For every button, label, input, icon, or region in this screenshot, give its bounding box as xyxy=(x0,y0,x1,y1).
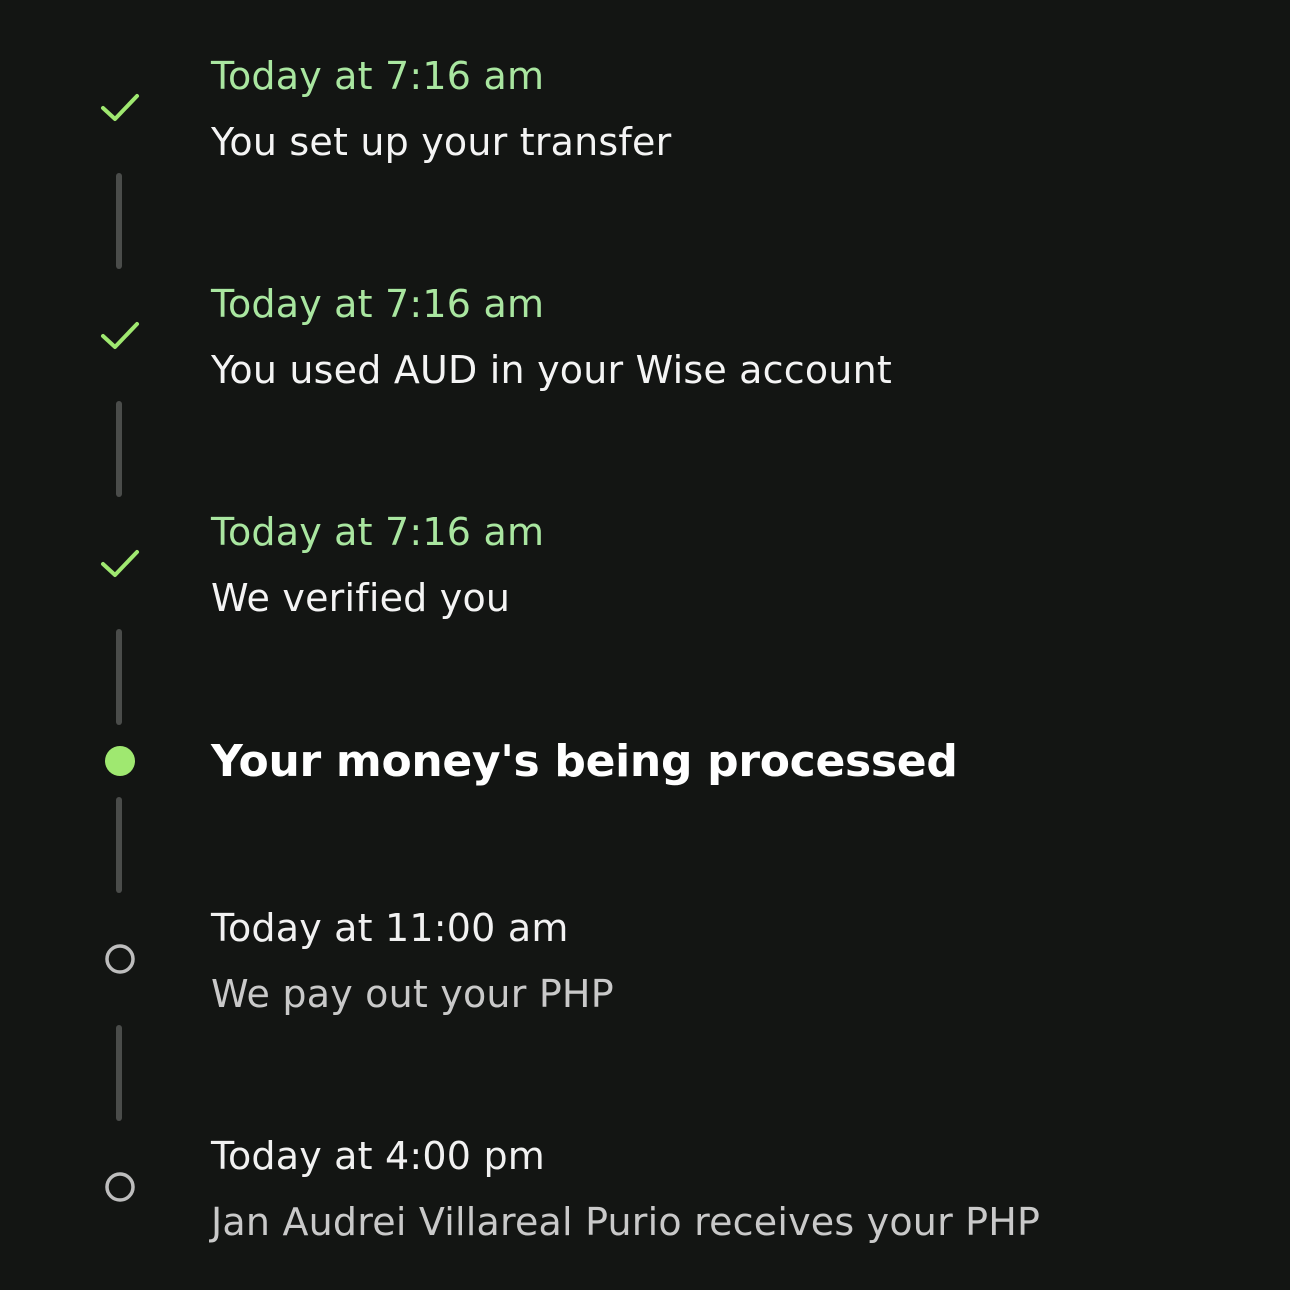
timeline-connector xyxy=(116,173,122,269)
step-time: Today at 7:16 am xyxy=(211,54,545,98)
step-time: Today at 4:00 pm xyxy=(211,1134,545,1178)
step-description: Jan Audrei Villareal Purio receives your… xyxy=(211,1200,1041,1244)
step-title: Your money's being processed xyxy=(211,736,958,787)
step-description: We verified you xyxy=(211,576,511,620)
check-icon xyxy=(90,306,150,366)
step-time: Today at 11:00 am xyxy=(211,906,569,950)
step-description: We pay out your PHP xyxy=(211,972,614,1016)
empty-circle-icon xyxy=(90,929,150,989)
timeline-connector xyxy=(116,1025,122,1121)
step-time: Today at 7:16 am xyxy=(211,282,545,326)
step-description: You used AUD in your Wise account xyxy=(211,348,892,392)
check-icon xyxy=(90,78,150,138)
transfer-timeline: Today at 7:16 am You set up your transfe… xyxy=(0,0,1290,1290)
step-time: Today at 7:16 am xyxy=(211,510,545,554)
empty-circle-icon xyxy=(90,1157,150,1217)
check-icon xyxy=(90,534,150,594)
step-description: You set up your transfer xyxy=(211,120,672,164)
timeline-connector xyxy=(116,797,122,893)
timeline-connector xyxy=(116,629,122,725)
timeline-connector xyxy=(116,401,122,497)
filled-dot-icon xyxy=(90,731,150,791)
